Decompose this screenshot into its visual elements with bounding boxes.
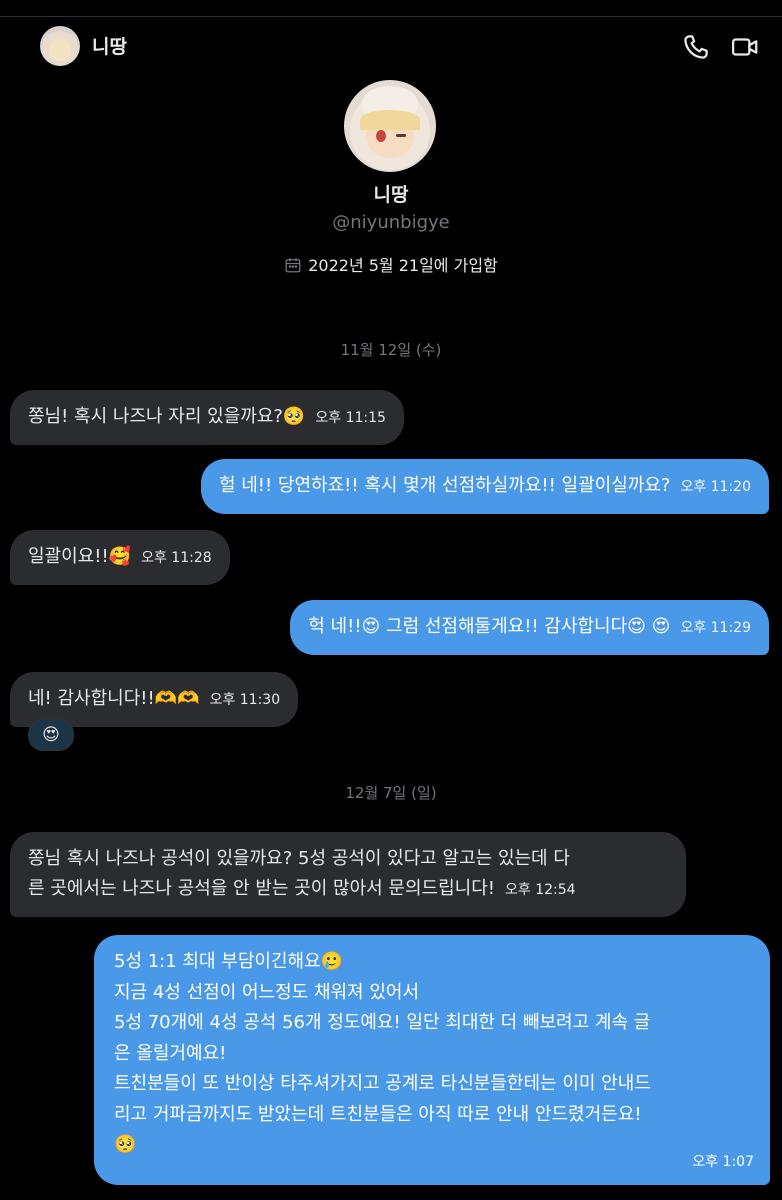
profile-avatar[interactable] [344,80,436,172]
message-time: 오후 11:29 [680,620,751,636]
message-time: 오후 11:15 [315,410,386,426]
message-text: 네! 감사합니다!!🫶🫶 [28,688,200,709]
message-text-line: 리고 거파금까지도 받았는데 트친분들은 아직 따로 안내 안드렸거든요! [114,1103,642,1125]
message-text: 헐 네!! 당연하죠!! 혹시 몇개 선점하실까요!! 일괄이실까요? [218,475,671,496]
message-time: 오후 1:07 [692,1153,754,1170]
message-incoming[interactable]: 쫑님 혹시 나즈나 공석이 있을까요? 5성 공석이 있다고 알고는 있는데 다… [10,832,686,917]
calendar-icon [284,256,308,275]
message-text-line: 쫑님 혹시 나즈나 공석이 있을까요? 5성 공석이 있다고 알고는 있는데 다 [28,848,570,869]
message-text-line: 트친분들이 또 반이상 타주셔가지고 공계로 타신분들한테는 이미 안내드 [114,1073,651,1094]
message-text: 쫑님! 혹시 나즈나 자리 있을까요?🥺 [28,406,306,427]
message-reaction[interactable]: 😍 [28,719,74,751]
date-separator: 11월 12일 (수) [340,341,442,359]
message-text: 헉 네!!😍 그럼 선점해둘게요!! 감사합니다😍 😍 [308,616,671,637]
message-outgoing[interactable]: 헉 네!!😍 그럼 선점해둘게요!! 감사합니다😍 😍 오후 11:29 [290,600,769,655]
message-text-line: 은 올릴거예요! [114,1042,227,1064]
conversation-header: 니땅 [0,18,782,72]
phone-icon[interactable] [681,32,711,62]
profile-handle: @niyunbigye [332,212,450,233]
top-divider [0,16,782,17]
message-incoming[interactable]: 일괄이요!!🥰 오후 11:28 [10,530,230,585]
message-time: 오후 12:54 [505,882,576,898]
message-outgoing[interactable]: 5성 1:1 최대 부담이긴해요🥲 지금 4성 선점이 어느정도 채워져 있어서… [94,935,770,1185]
joined-text: 2022년 5월 21일에 가입함 [308,256,498,275]
message-text-line: 5성 70개에 4성 공석 56개 정도예요! 일단 최대한 더 빼보려고 계속… [114,1012,651,1033]
message-time: 오후 11:20 [680,479,751,495]
profile-name[interactable]: 니땅 [0,180,782,207]
message-text-line: 🥺 [114,1134,137,1155]
message-text-line: 5성 1:1 최대 부담이긴해요🥲 [114,951,344,972]
video-icon[interactable] [730,32,760,62]
avatar-icon[interactable] [40,26,80,66]
header-name[interactable]: 니땅 [92,32,127,59]
message-time: 오후 11:30 [209,692,281,708]
message-text-line: 른 곳에서는 나즈나 공석을 안 받는 곳이 많아서 문의드립니다! [28,878,495,899]
message-time: 오후 11:28 [141,550,212,566]
joined-date: 2022년 5월 21일에 가입함 [0,252,782,276]
date-separator: 12월 7일 (일) [345,784,437,802]
message-outgoing[interactable]: 헐 네!! 당연하죠!! 혹시 몇개 선점하실까요!! 일괄이실까요? 오후 11… [200,459,769,514]
message-text-line: 지금 4성 선점이 어느정도 채워져 있어서 [114,981,420,1003]
message-text: 일괄이요!!🥰 [28,546,132,567]
message-incoming[interactable]: 쫑님! 혹시 나즈나 자리 있을까요?🥺 오후 11:15 [10,390,404,445]
